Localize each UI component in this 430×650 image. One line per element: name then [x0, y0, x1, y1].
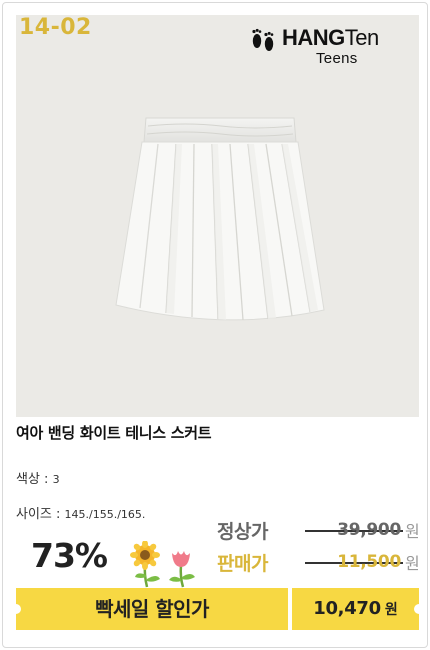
brand-name: HANGTen	[282, 25, 379, 50]
final-price-unit: 원	[384, 602, 398, 618]
product-image[interactable]: 14-02 HANGTen Teens	[16, 15, 419, 417]
event-price-banner[interactable]: 빡세일 할인가 10,470 원	[11, 588, 424, 630]
product-code: 14-02	[19, 15, 92, 40]
color-value: 3	[52, 473, 60, 486]
event-label: 빡세일 할인가	[95, 597, 209, 621]
product-title[interactable]: 여아 밴딩 화이트 테니스 스커트	[16, 422, 212, 443]
sale-price-row: 판매가 11,500 원	[217, 548, 420, 576]
regular-price-label: 정상가	[217, 520, 268, 543]
product-card[interactable]: 14-02 HANGTen Teens 여아 밴딩 화이트 테니스 스커트 색상…	[2, 2, 428, 648]
flowers-icon	[130, 541, 195, 588]
regular-price-row: 정상가 39,900 원	[217, 516, 420, 544]
color-label: 색상 :	[16, 472, 53, 487]
footprints-icon	[252, 28, 274, 51]
regular-price-value: 39,900	[337, 520, 401, 540]
brand-subline: Teens	[316, 50, 358, 67]
color-info: 색상 : 3	[16, 468, 60, 487]
discount-percent: 73%	[31, 536, 108, 575]
size-info: 사이즈 : 145./155./165.	[16, 503, 145, 522]
final-price-value: 10,470	[313, 598, 381, 619]
size-value: 145./155./165.	[64, 508, 146, 521]
final-price: 10,470 원	[292, 588, 419, 630]
sale-price-unit: 원	[405, 554, 420, 573]
brand-logo: HANGTen Teens	[248, 23, 413, 71]
sale-price-label: 판매가	[217, 552, 268, 575]
skirt-illustration	[115, 117, 325, 321]
regular-price-unit: 원	[405, 522, 420, 541]
sale-price-value: 11,500	[337, 552, 401, 572]
size-label: 사이즈 :	[16, 507, 65, 522]
